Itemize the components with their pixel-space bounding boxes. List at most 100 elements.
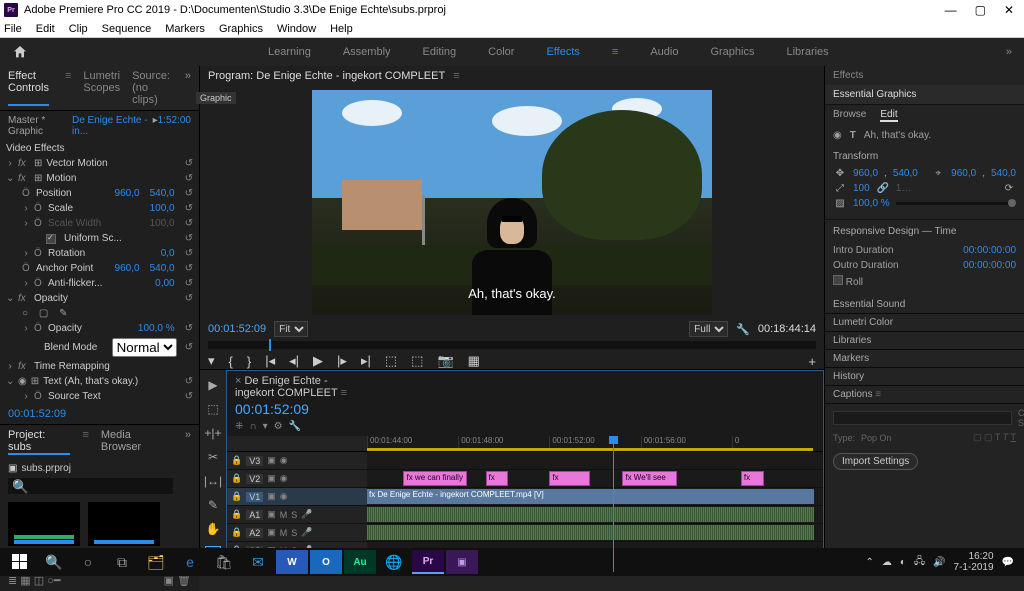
zoom-select[interactable]: Fit — [274, 321, 308, 337]
ws-graphics[interactable]: Graphics — [710, 46, 754, 58]
panel-markers[interactable]: Markers — [825, 350, 1024, 368]
ec-text-layer[interactable]: Text (Ah, that's okay.) — [43, 376, 180, 387]
outlook-icon[interactable]: O — [310, 550, 342, 574]
add-marker-icon[interactable]: ▾ — [208, 353, 215, 369]
import-settings-button[interactable]: Import Settings — [833, 453, 918, 470]
track-v2-lane[interactable]: fx we can finally fx fx fx We'll see fx — [367, 470, 823, 488]
ec-anchor[interactable]: Anchor Point — [36, 263, 111, 274]
uniform-scale-checkbox[interactable] — [46, 234, 56, 244]
track-v2[interactable]: V2 — [246, 474, 263, 484]
wrench-icon[interactable]: 🔧 — [289, 421, 301, 432]
tray-up-icon[interactable]: ⌃ — [865, 557, 873, 568]
tab-media-browser[interactable]: Media Browser — [101, 429, 173, 455]
track-v3[interactable]: V3 — [246, 456, 263, 466]
go-in-icon[interactable]: |◂ — [265, 353, 275, 369]
menu-graphics[interactable]: Graphics — [219, 23, 263, 35]
list-view-icon[interactable]: ≣ — [8, 575, 17, 587]
word-icon[interactable]: W — [276, 550, 308, 574]
razor-tool-icon[interactable]: ✂ — [208, 450, 218, 464]
ec-vector-motion[interactable]: Vector Motion — [46, 158, 180, 169]
tab-effect-controls[interactable]: Effect Controls — [8, 70, 49, 106]
resolution-select[interactable]: Full — [689, 321, 728, 337]
mail-icon[interactable]: ✉ — [242, 550, 274, 574]
trash-icon[interactable]: 🗑 — [177, 575, 191, 587]
start-button[interactable] — [4, 550, 36, 574]
ec-scale[interactable]: Scale — [48, 203, 146, 214]
rotation-icon[interactable]: ⟳ — [1002, 183, 1016, 194]
track-a2-lane[interactable] — [367, 524, 823, 542]
eg-tab-browse[interactable]: Browse — [833, 109, 866, 122]
volume-icon[interactable]: 🔊 — [933, 557, 945, 568]
ec-rotation[interactable]: Rotation — [48, 248, 157, 259]
visibility-icon[interactable]: ◉ — [18, 376, 27, 387]
mask-pen-icon[interactable]: ✎ — [59, 308, 67, 319]
ws-learning[interactable]: Learning — [268, 46, 311, 58]
extract-icon[interactable]: ⬚ — [411, 353, 423, 369]
maximize-button[interactable]: ▢ — [975, 3, 986, 17]
ec-opacity[interactable]: Opacity — [48, 323, 134, 334]
clip-v2[interactable]: fx — [549, 471, 590, 486]
program-monitor[interactable]: Ah, that's okay. — [312, 90, 712, 315]
step-back-icon[interactable]: ◂| — [289, 353, 299, 369]
eg-layer-name[interactable]: Ah, that's okay. — [864, 130, 931, 141]
track-v3-lane[interactable] — [367, 452, 823, 470]
minimize-button[interactable]: — — [945, 3, 957, 17]
menu-window[interactable]: Window — [277, 23, 316, 35]
ec-opacity-section[interactable]: Opacity — [34, 293, 181, 304]
project-search[interactable] — [8, 478, 173, 494]
mic-icon[interactable]: 🎤 — [301, 509, 312, 520]
slip-tool-icon[interactable]: |↔| — [204, 474, 222, 488]
marker-icon[interactable]: ▾ — [263, 421, 268, 432]
menu-sequence[interactable]: Sequence — [102, 23, 152, 35]
panel-effects[interactable]: Effects — [825, 66, 1024, 85]
menu-edit[interactable]: Edit — [36, 23, 55, 35]
track-a2[interactable]: A2 — [246, 528, 263, 538]
network-icon[interactable]: 🖧 — [914, 554, 925, 571]
ec-motion[interactable]: Motion — [46, 173, 180, 184]
track-select-tool-icon[interactable]: ⬚ — [207, 402, 218, 416]
playhead[interactable] — [613, 436, 614, 572]
opacity-icon[interactable]: ▨ — [833, 198, 847, 209]
onedrive-icon[interactable]: ☁ — [882, 557, 892, 568]
caption-search[interactable] — [833, 411, 1012, 425]
ws-color[interactable]: Color — [488, 46, 514, 58]
export-frame-icon[interactable]: 📷 — [437, 353, 453, 369]
wrench-icon[interactable]: 🔧 — [736, 323, 750, 336]
play-icon[interactable]: ▶ — [313, 353, 323, 369]
ws-libraries[interactable]: Libraries — [786, 46, 828, 58]
lift-icon[interactable]: ⬚ — [385, 353, 397, 369]
tab-source[interactable]: Source: (no clips) — [132, 70, 173, 106]
store-icon[interactable]: 🛍 — [208, 550, 240, 574]
proj-overflow-icon[interactable]: » — [185, 429, 191, 455]
clip-v2[interactable]: fx we can finally — [403, 471, 467, 486]
opacity-slider[interactable] — [896, 202, 1016, 205]
ec-timecode[interactable]: 00:01:52:09 — [0, 404, 199, 424]
step-fwd-icon[interactable]: |▸ — [337, 353, 347, 369]
ec-position[interactable]: Position — [36, 188, 111, 199]
project-bin[interactable]: subs.prproj — [21, 463, 70, 474]
reset-icon[interactable]: ↺ — [185, 158, 193, 169]
essential-graphics-header[interactable]: Essential Graphics — [825, 85, 1024, 105]
search-icon[interactable]: 🔍 — [38, 550, 70, 574]
linked-selection-icon[interactable]: ∩ — [249, 421, 256, 432]
chrome-icon[interactable]: 🌐 — [378, 550, 410, 574]
clip-v1[interactable]: fx De Enige Echte - ingekort COMPLEET.mp… — [367, 489, 814, 504]
ws-overflow-icon[interactable]: » — [1006, 46, 1012, 58]
mask-ellipse-icon[interactable]: ○ — [22, 308, 28, 319]
explorer-icon[interactable]: 🗂 — [140, 550, 172, 574]
ws-audio[interactable]: Audio — [650, 46, 678, 58]
lock-icon[interactable]: 🔒 — [231, 455, 242, 466]
cortana-icon[interactable]: ○ — [72, 550, 104, 574]
panel-libraries[interactable]: Libraries — [825, 332, 1024, 350]
tab-lumetri-scopes[interactable]: Lumetri Scopes — [83, 70, 120, 106]
selection-tool-icon[interactable]: ▶ — [208, 378, 217, 392]
media-encoder-icon[interactable]: ▣ — [446, 550, 478, 574]
sequence-name[interactable]: De Enige Echte - ingekort COMPLEET — [235, 375, 338, 399]
timeline-ruler[interactable]: 00:01:44:00 00:01:48:00 00:01:52:00 00:0… — [367, 436, 823, 452]
program-tc-in[interactable]: 00:01:52:09 — [208, 323, 266, 335]
timeline-tc[interactable]: 00:01:52:09 — [235, 401, 359, 417]
reset-icon[interactable]: ↺ — [185, 173, 193, 184]
ripple-tool-icon[interactable]: +|+ — [204, 426, 221, 440]
home-icon[interactable] — [12, 44, 28, 60]
visibility-icon[interactable]: ◉ — [833, 130, 842, 141]
